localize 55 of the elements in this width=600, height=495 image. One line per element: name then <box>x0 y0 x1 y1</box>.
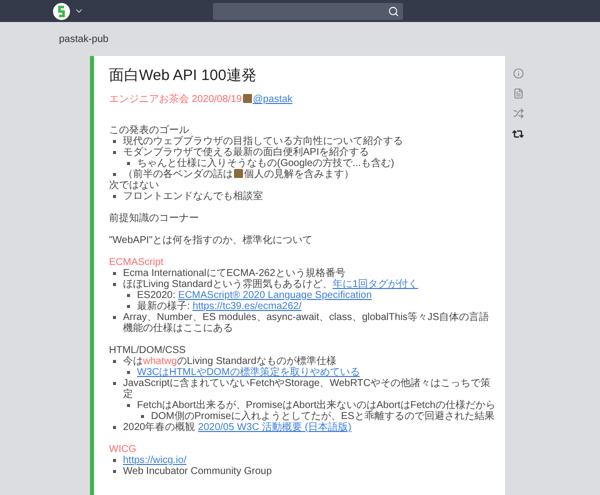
document-icon[interactable] <box>512 88 524 99</box>
bullet-icon <box>113 382 116 385</box>
list-item-text: モダンブラウザで使える最新の面白便利APIを紹介する <box>123 147 370 158</box>
line-text: WICG <box>109 444 136 455</box>
bullet-icon <box>113 459 116 462</box>
bullet-icon <box>113 470 116 473</box>
list-item-text: 2020年春の概観 2020/05 W3C 活動概要 (日本語版) <box>123 422 352 433</box>
list-item-text: ES2020: ECMAScript® 2020 Language Specification <box>137 290 372 301</box>
bullet-icon <box>113 195 116 198</box>
list-item-text: フロントエンドなんでも相談室 <box>123 191 263 202</box>
meta-line: エンジニアお茶会 2020/08/19 @pastak <box>109 94 292 105</box>
list-item-text: Web Incubator Community Group <box>123 466 272 477</box>
bullet-icon <box>113 272 116 275</box>
list-item-text: W3CはHTMLやDOMの標準策定を取りやめている <box>137 367 360 378</box>
page-title: 面白Web API 100連発 <box>109 66 258 86</box>
bullet-icon <box>113 426 116 429</box>
search-icon[interactable] <box>388 6 399 16</box>
bullet-icon <box>113 151 116 154</box>
line-text: 前提知識のコーナー <box>109 213 199 224</box>
list-item-text: 今はwhatwgのLiving Standardなものが標準仕様 <box>123 356 336 367</box>
line-text: HTML/DOM/CSS <box>109 345 186 356</box>
list-item-text: ちゃんと仕様に入りそうなもの(Googleの方技で...も含む) <box>137 158 394 169</box>
list-item-text: ほぼLiving Standardという雰囲気もあるけど、年に1回タグが付く <box>123 279 418 290</box>
bullet-icon <box>113 316 116 319</box>
list-item-text: Array、Number、ES modules、async-await、class、globalThis等々JS自体の言語機能の仕様はここにある <box>123 312 490 334</box>
bullet-icon <box>141 415 144 418</box>
project-name[interactable]: pastak-pub <box>59 22 108 56</box>
line-text: 次ではない <box>109 180 159 191</box>
bullet-icon <box>127 294 130 297</box>
list-item-text: 現代のウェブブラウザの目指している方向性について紹介する <box>123 136 403 147</box>
list-item-text: Ecma InternationalにてECMA-262という規格番号 <box>123 268 346 279</box>
shuffle-icon[interactable] <box>512 108 524 119</box>
bullet-icon <box>113 360 116 363</box>
bullet-icon <box>127 162 130 165</box>
list-item-text: JavaScriptに含まれていないFetchやStorage、WebRTCやその他諸々はこっちで策定 <box>123 378 492 400</box>
avatar-image <box>242 94 252 103</box>
bullet-icon <box>113 173 116 176</box>
logo-icon[interactable] <box>53 2 70 20</box>
line-text: "WebAPI"とは何を指すのか、標準化について <box>109 235 313 246</box>
list-item-text: （前半の各ベンダの話は 個人の見解を含みます） <box>123 169 354 180</box>
list-item-text: DOM側のPromiseに入れようとしてたが、ESと乖離するので回避された結果 <box>151 411 494 422</box>
bullet-icon <box>127 404 130 407</box>
search-field[interactable] <box>213 2 403 20</box>
list-item-text: 最新の様子: https://tc39.es/ecma262/ <box>137 301 302 312</box>
avatar-image <box>234 169 243 178</box>
bullet-icon <box>127 305 130 308</box>
repeat-icon[interactable] <box>512 128 524 140</box>
bullet-icon <box>113 283 116 286</box>
list-item-text: FetchはAbort出来るが、PromiseはAbort出来ないのはAbortはFetchの仕様だから <box>137 400 496 411</box>
info-icon[interactable] <box>512 68 524 79</box>
line-text: この発表のゴール <box>109 125 189 136</box>
line-text: ECMAScript <box>109 257 164 268</box>
bullet-icon <box>127 371 130 374</box>
bullet-icon <box>113 140 116 143</box>
list-item-text: https://wicg.io/ <box>123 455 186 466</box>
